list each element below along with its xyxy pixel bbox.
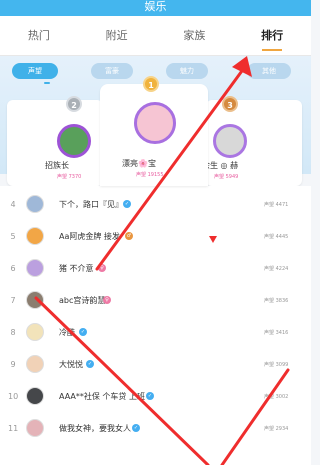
top-tabs: 热门 附近 家族 排行 [0, 16, 311, 56]
verified-icon: ✓ [86, 360, 94, 368]
gold-medal-icon: 1 [143, 76, 159, 92]
avatar[interactable] [26, 419, 44, 437]
avatar[interactable] [26, 227, 44, 245]
header-title: 娱乐 [144, 0, 167, 13]
gender-icon: ♀ [98, 264, 106, 272]
rank-number: 6 [10, 263, 16, 273]
filter-charm[interactable]: 魅力 [166, 63, 208, 79]
ranking-list: 4 下个，路口『见』 ✓ 声望 4471 5 Aa阿虎金牌 接发 ♂ 声望 44… [0, 186, 311, 465]
list-item[interactable]: 11 做我女神，要我女人 ✓ 声望 2934 [0, 412, 311, 444]
filter-other[interactable]: 其他 [247, 63, 291, 79]
avatar[interactable] [57, 124, 91, 158]
avatar[interactable] [26, 259, 44, 277]
user-name: 下个，路口『见』 [59, 199, 123, 209]
prestige-score: 声望 4445 [264, 233, 289, 240]
prestige-score: 声望 3836 [264, 297, 289, 304]
silver-medal-icon: 2 [66, 96, 82, 112]
avatar[interactable] [26, 355, 44, 373]
podium-score-third: 声望 5949 [214, 174, 239, 180]
prestige-score: 声望 4224 [264, 265, 289, 272]
rank-number: 5 [10, 231, 16, 241]
annotation-marker [209, 236, 217, 243]
rank-number: 4 [10, 199, 16, 209]
podium-score-second: 声望 7370 [57, 174, 82, 180]
user-name: 猪 不介意 [59, 263, 94, 273]
user-name: Aa阿虎金牌 接发 [59, 231, 120, 241]
list-item[interactable]: 5 Aa阿虎金牌 接发 ♂ 声望 4445 [0, 220, 311, 252]
avatar[interactable] [26, 291, 44, 309]
avatar[interactable] [213, 124, 247, 158]
avatar[interactable] [26, 323, 44, 341]
prestige-score: 声望 3416 [264, 329, 289, 336]
rank-number: 11 [8, 423, 19, 433]
tab-ranking[interactable]: 排行 [233, 16, 311, 55]
app-header: 娱乐 [0, 0, 311, 16]
list-item[interactable]: 10 AAA**社保 个车贷 上班 ✓ 声望 3002 [0, 380, 311, 412]
verified-icon: ✓ [79, 328, 87, 336]
filter-indicator [44, 82, 50, 84]
prestige-score: 声望 3002 [264, 393, 289, 400]
gender-icon: ♂ [125, 232, 133, 240]
user-name: abc宫诗韵慧 [59, 295, 106, 305]
verified-icon: ✓ [146, 392, 154, 400]
avatar[interactable] [134, 102, 176, 144]
verified-icon: ✓ [132, 424, 140, 432]
rank-number: 8 [10, 327, 16, 337]
tab-family[interactable]: 家族 [156, 16, 234, 55]
user-name: 做我女神，要我女人 [59, 423, 131, 433]
list-item[interactable]: 9 大悦悦 ✓ 声望 3099 [0, 348, 311, 380]
tab-nearby[interactable]: 附近 [78, 16, 156, 55]
avatar[interactable] [26, 195, 44, 213]
tab-hot[interactable]: 热门 [0, 16, 78, 55]
bronze-medal-icon: 3 [222, 96, 238, 112]
filter-rich[interactable]: 富豪 [91, 63, 133, 79]
prestige-score: 声望 3099 [264, 361, 289, 368]
prestige-score: 声望 4471 [264, 201, 289, 208]
user-name: 冷酷 [59, 327, 75, 337]
gender-icon: ♀ [103, 296, 111, 304]
list-item[interactable]: 7 abc宫诗韵慧 ♀ 声望 3836 [0, 284, 311, 316]
rank-number: 7 [10, 295, 16, 305]
list-item[interactable]: 6 猪 不介意 ♀ 声望 4224 [0, 252, 311, 284]
filter-prestige[interactable]: 声望 [12, 63, 58, 79]
user-name: 大悦悦 [59, 359, 83, 369]
list-item[interactable]: 8 冷酷 ✓ 声望 3416 [0, 316, 311, 348]
verified-icon: ✓ [123, 200, 131, 208]
user-name: AAA**社保 个车贷 上班 [59, 391, 145, 401]
prestige-score: 声望 2934 [264, 425, 289, 432]
list-item[interactable]: 4 下个，路口『见』 ✓ 声望 4471 [0, 188, 311, 220]
podium-name-second: 招族长 [45, 161, 69, 170]
rank-number: 10 [8, 391, 19, 401]
rank-number: 9 [10, 359, 16, 369]
avatar[interactable] [26, 387, 44, 405]
podium-name-first: 漂亮🌸宝 [122, 159, 156, 168]
podium-score-first: 声望 19155 [136, 172, 164, 178]
